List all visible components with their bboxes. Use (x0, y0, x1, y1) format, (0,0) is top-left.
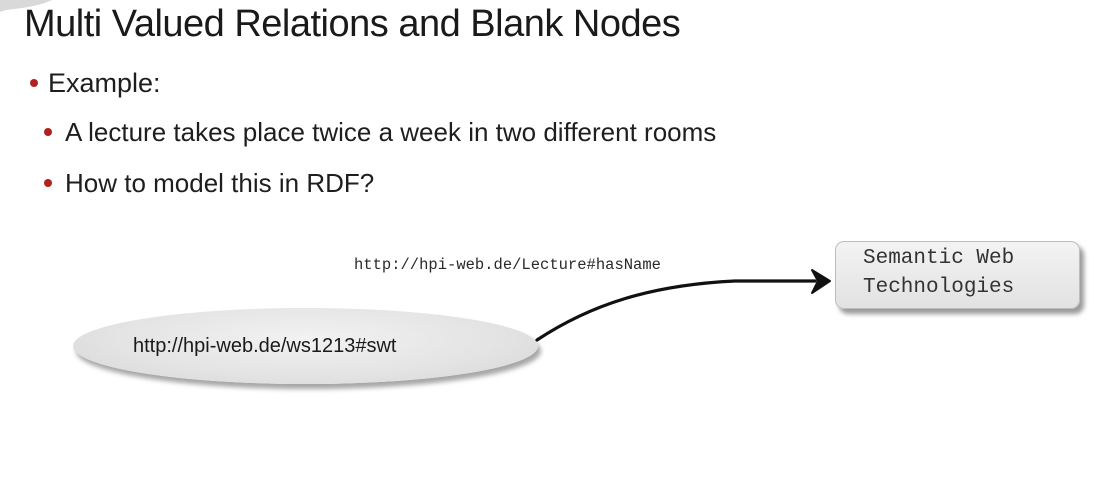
predicate-edge-line (535, 279, 817, 342)
predicate-label: http://hpi-web.de/Lecture#hasName (354, 256, 661, 274)
rdf-edge (535, 269, 831, 342)
